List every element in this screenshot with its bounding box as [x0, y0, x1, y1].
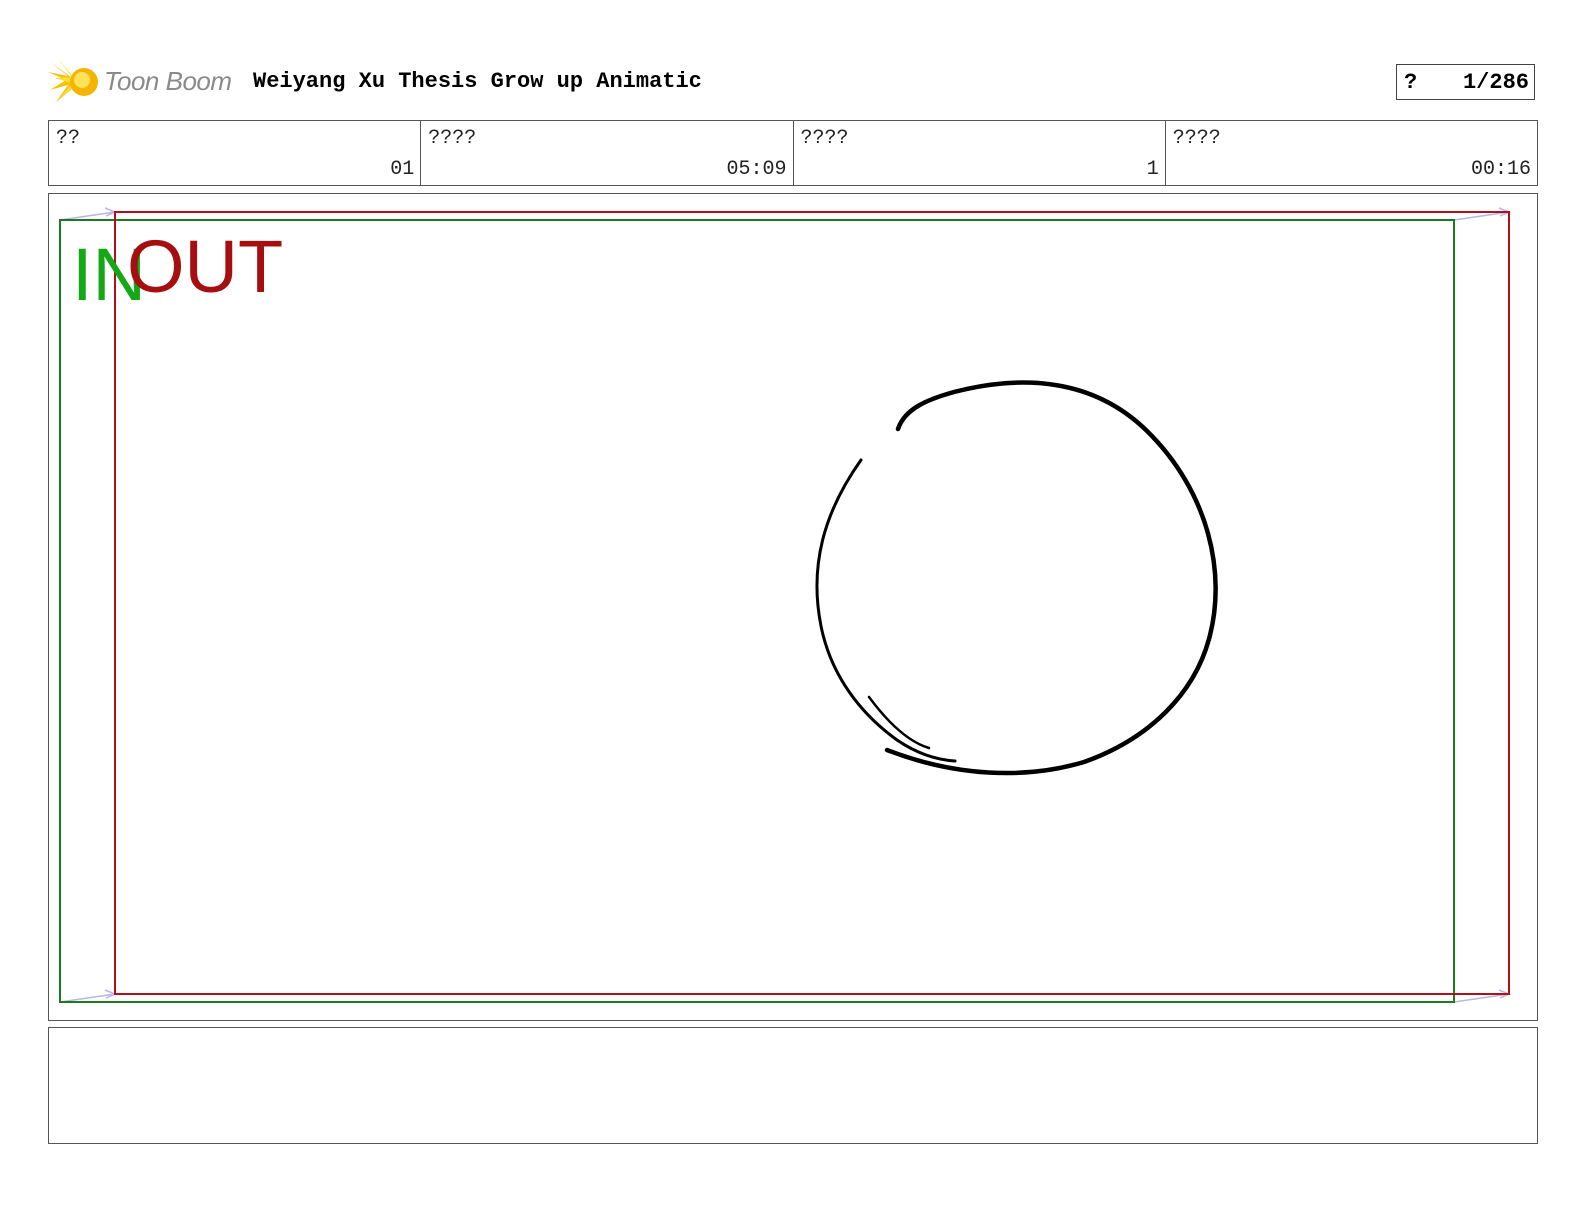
camera-move-arrows	[59, 207, 1511, 1003]
info-value: 1	[1146, 158, 1159, 181]
out-frame	[114, 211, 1510, 995]
sketch-circle	[815, 380, 1218, 776]
info-label: ????	[428, 127, 477, 150]
project-title: Weiyang Xu Thesis Grow up Animatic	[253, 69, 702, 94]
info-label: ??	[56, 127, 81, 150]
info-label: ????	[800, 127, 849, 150]
info-cell-panel-duration: ???? 00:16	[1166, 121, 1537, 185]
info-value: 01	[390, 158, 415, 181]
in-frame	[59, 219, 1455, 1003]
toon-boom-logo: Toon Boom	[48, 56, 243, 108]
page-label: ?	[1404, 70, 1418, 95]
panel-drawing	[59, 207, 1511, 1003]
page-number: 1/286	[1462, 70, 1529, 95]
info-cell-panel: ???? 1	[794, 121, 1166, 185]
storyboard-header: Toon Boom Weiyang Xu Thesis Grow up Anim…	[48, 56, 1538, 108]
info-cell-scene: ?? 01	[49, 121, 422, 185]
dialogue-notes-box	[48, 1027, 1538, 1144]
out-label: OUT	[127, 225, 284, 308]
info-label: ????	[1172, 127, 1221, 150]
info-value: 05:09	[726, 158, 787, 181]
storyboard-panel: IN OUT	[48, 193, 1538, 1021]
starburst-icon	[48, 59, 98, 102]
page-counter: ? 1/286	[1396, 64, 1535, 100]
info-value: 00:16	[1470, 158, 1531, 181]
info-cell-total-duration: ???? 05:09	[421, 121, 794, 185]
shot-info-row: ?? 01 ???? 05:09 ???? 1 ???? 00:16	[48, 120, 1538, 186]
logo-text: Toon Boom	[104, 66, 232, 96]
